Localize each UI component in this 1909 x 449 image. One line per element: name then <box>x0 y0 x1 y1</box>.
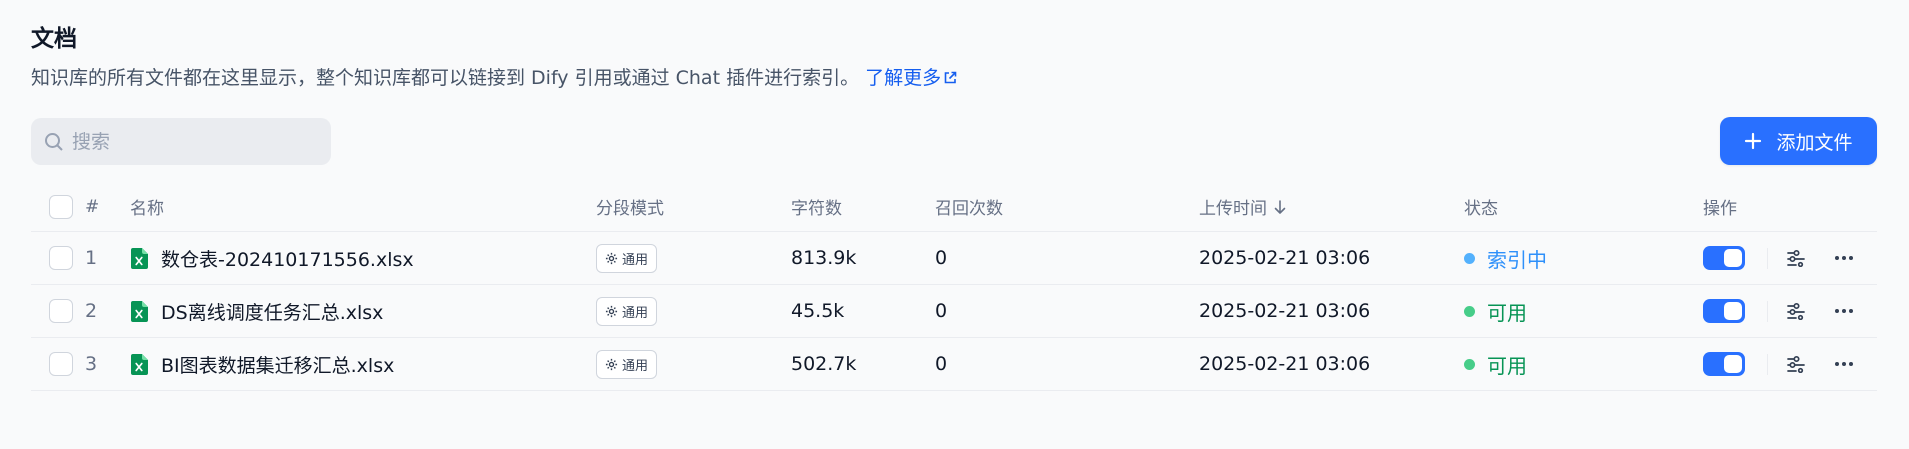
add-file-label: 添加文件 <box>1776 131 1853 154</box>
upload-time: 2025-02-21 03:06 <box>1199 247 1371 269</box>
status-label: 可用 <box>1487 300 1527 325</box>
recall-count: 0 <box>935 247 948 269</box>
toggle-knob <box>1724 249 1742 267</box>
row-index: 1 <box>85 247 98 269</box>
row-checkbox[interactable] <box>49 299 73 323</box>
upload-time: 2025-02-21 03:06 <box>1199 300 1371 322</box>
document-name[interactable]: DS离线调度任务汇总.xlsx <box>130 285 383 337</box>
actions-divider <box>1767 247 1768 269</box>
upload-time: 2025-02-21 03:06 <box>1199 353 1371 375</box>
documents-table: # 名称 分段模式 字符数 召回次数 上传时间 状态 操作 1 数仓表-2024… <box>31 182 1877 391</box>
recall-count: 0 <box>935 353 948 375</box>
more-options-icon[interactable] <box>1834 361 1854 367</box>
char-count: 502.7k <box>791 353 857 375</box>
learn-more-label: 了解更多 <box>865 67 942 89</box>
document-name[interactable]: 数仓表-202410171556.xlsx <box>130 232 414 284</box>
settings-sliders-icon[interactable] <box>1786 355 1806 373</box>
more-options-icon[interactable] <box>1834 308 1854 314</box>
search-input[interactable] <box>72 130 312 153</box>
enable-toggle[interactable] <box>1703 299 1745 323</box>
status-dot <box>1464 358 1475 370</box>
status-dot <box>1464 305 1475 317</box>
page-description: 知识库的所有文件都在这里显示，整个知识库都可以链接到 Dify 引用或通过 Ch… <box>31 64 957 92</box>
toggle-knob <box>1724 302 1742 320</box>
status-label: 索引中 <box>1487 247 1547 272</box>
more-options-icon[interactable] <box>1834 255 1854 261</box>
documents-page: 文档 知识库的所有文件都在这里显示，整个知识库都可以链接到 Dify 引用或通过… <box>0 0 1909 449</box>
plus-icon <box>1744 132 1762 150</box>
table-row[interactable]: 1 数仓表-202410171556.xlsx 通用 813.9k 0 2025… <box>31 232 1877 285</box>
row-actions <box>1703 232 1854 284</box>
toggle-knob <box>1724 355 1742 373</box>
document-name-label: 数仓表-202410171556.xlsx <box>161 248 414 271</box>
chunk-mode-label: 通用 <box>622 358 649 374</box>
select-all-checkbox[interactable] <box>49 194 73 219</box>
external-link-icon <box>944 71 957 84</box>
row-actions <box>1703 338 1854 390</box>
column-index: # <box>85 196 100 217</box>
row-checkbox[interactable] <box>49 352 73 376</box>
enable-toggle[interactable] <box>1703 352 1745 376</box>
excel-file-icon <box>130 247 149 269</box>
document-name-label: DS离线调度任务汇总.xlsx <box>161 301 384 324</box>
column-upload-time[interactable]: 上传时间 <box>1199 182 1287 231</box>
actions-divider <box>1767 353 1768 375</box>
gear-icon <box>605 358 618 370</box>
chunk-mode-badge: 通用 <box>596 296 658 326</box>
column-upload-time-label: 上传时间 <box>1199 199 1267 219</box>
search-icon <box>45 132 63 151</box>
gear-icon <box>605 305 618 317</box>
status: 可用 <box>1464 338 1527 390</box>
table-header: # 名称 分段模式 字符数 召回次数 上传时间 状态 操作 <box>31 182 1877 232</box>
settings-sliders-icon[interactable] <box>1786 249 1806 267</box>
document-name[interactable]: BI图表数据集迁移汇总.xlsx <box>130 338 394 390</box>
add-file-button[interactable]: 添加文件 <box>1720 117 1877 165</box>
actions-divider <box>1767 300 1768 322</box>
search-box[interactable] <box>31 118 331 165</box>
row-index: 2 <box>85 300 98 322</box>
chunk-mode-label: 通用 <box>622 305 649 321</box>
status-dot <box>1464 252 1475 264</box>
column-name: 名称 <box>130 199 164 219</box>
table-row[interactable]: 3 BI图表数据集迁移汇总.xlsx 通用 502.7k 0 2025-02-2… <box>31 338 1877 391</box>
column-recall: 召回次数 <box>935 199 1003 219</box>
document-name-label: BI图表数据集迁移汇总.xlsx <box>161 354 395 377</box>
char-count: 813.9k <box>791 247 857 269</box>
char-count: 45.5k <box>791 300 845 322</box>
sort-desc-icon[interactable] <box>1273 199 1287 215</box>
excel-file-icon <box>130 353 149 375</box>
learn-more-link[interactable]: 了解更多 <box>865 67 957 89</box>
column-chars: 字符数 <box>791 199 842 219</box>
description-text: 知识库的所有文件都在这里显示，整个知识库都可以链接到 Dify 引用或通过 Ch… <box>31 67 860 89</box>
chunk-mode-badge: 通用 <box>596 243 658 273</box>
column-status: 状态 <box>1464 199 1498 219</box>
chunk-mode-label: 通用 <box>622 252 649 268</box>
chunk-mode-badge: 通用 <box>596 349 658 379</box>
status: 可用 <box>1464 285 1527 337</box>
row-index: 3 <box>85 353 98 375</box>
status-label: 可用 <box>1487 353 1527 378</box>
status: 索引中 <box>1464 232 1547 284</box>
excel-file-icon <box>130 300 149 322</box>
recall-count: 0 <box>935 300 948 322</box>
enable-toggle[interactable] <box>1703 246 1745 270</box>
gear-icon <box>605 252 618 264</box>
settings-sliders-icon[interactable] <box>1786 302 1806 320</box>
column-actions: 操作 <box>1703 199 1737 219</box>
table-row[interactable]: 2 DS离线调度任务汇总.xlsx 通用 45.5k 0 2025-02-21 … <box>31 285 1877 338</box>
column-mode: 分段模式 <box>596 199 664 219</box>
page-title: 文档 <box>31 26 77 52</box>
row-actions <box>1703 285 1854 337</box>
row-checkbox[interactable] <box>49 246 73 270</box>
